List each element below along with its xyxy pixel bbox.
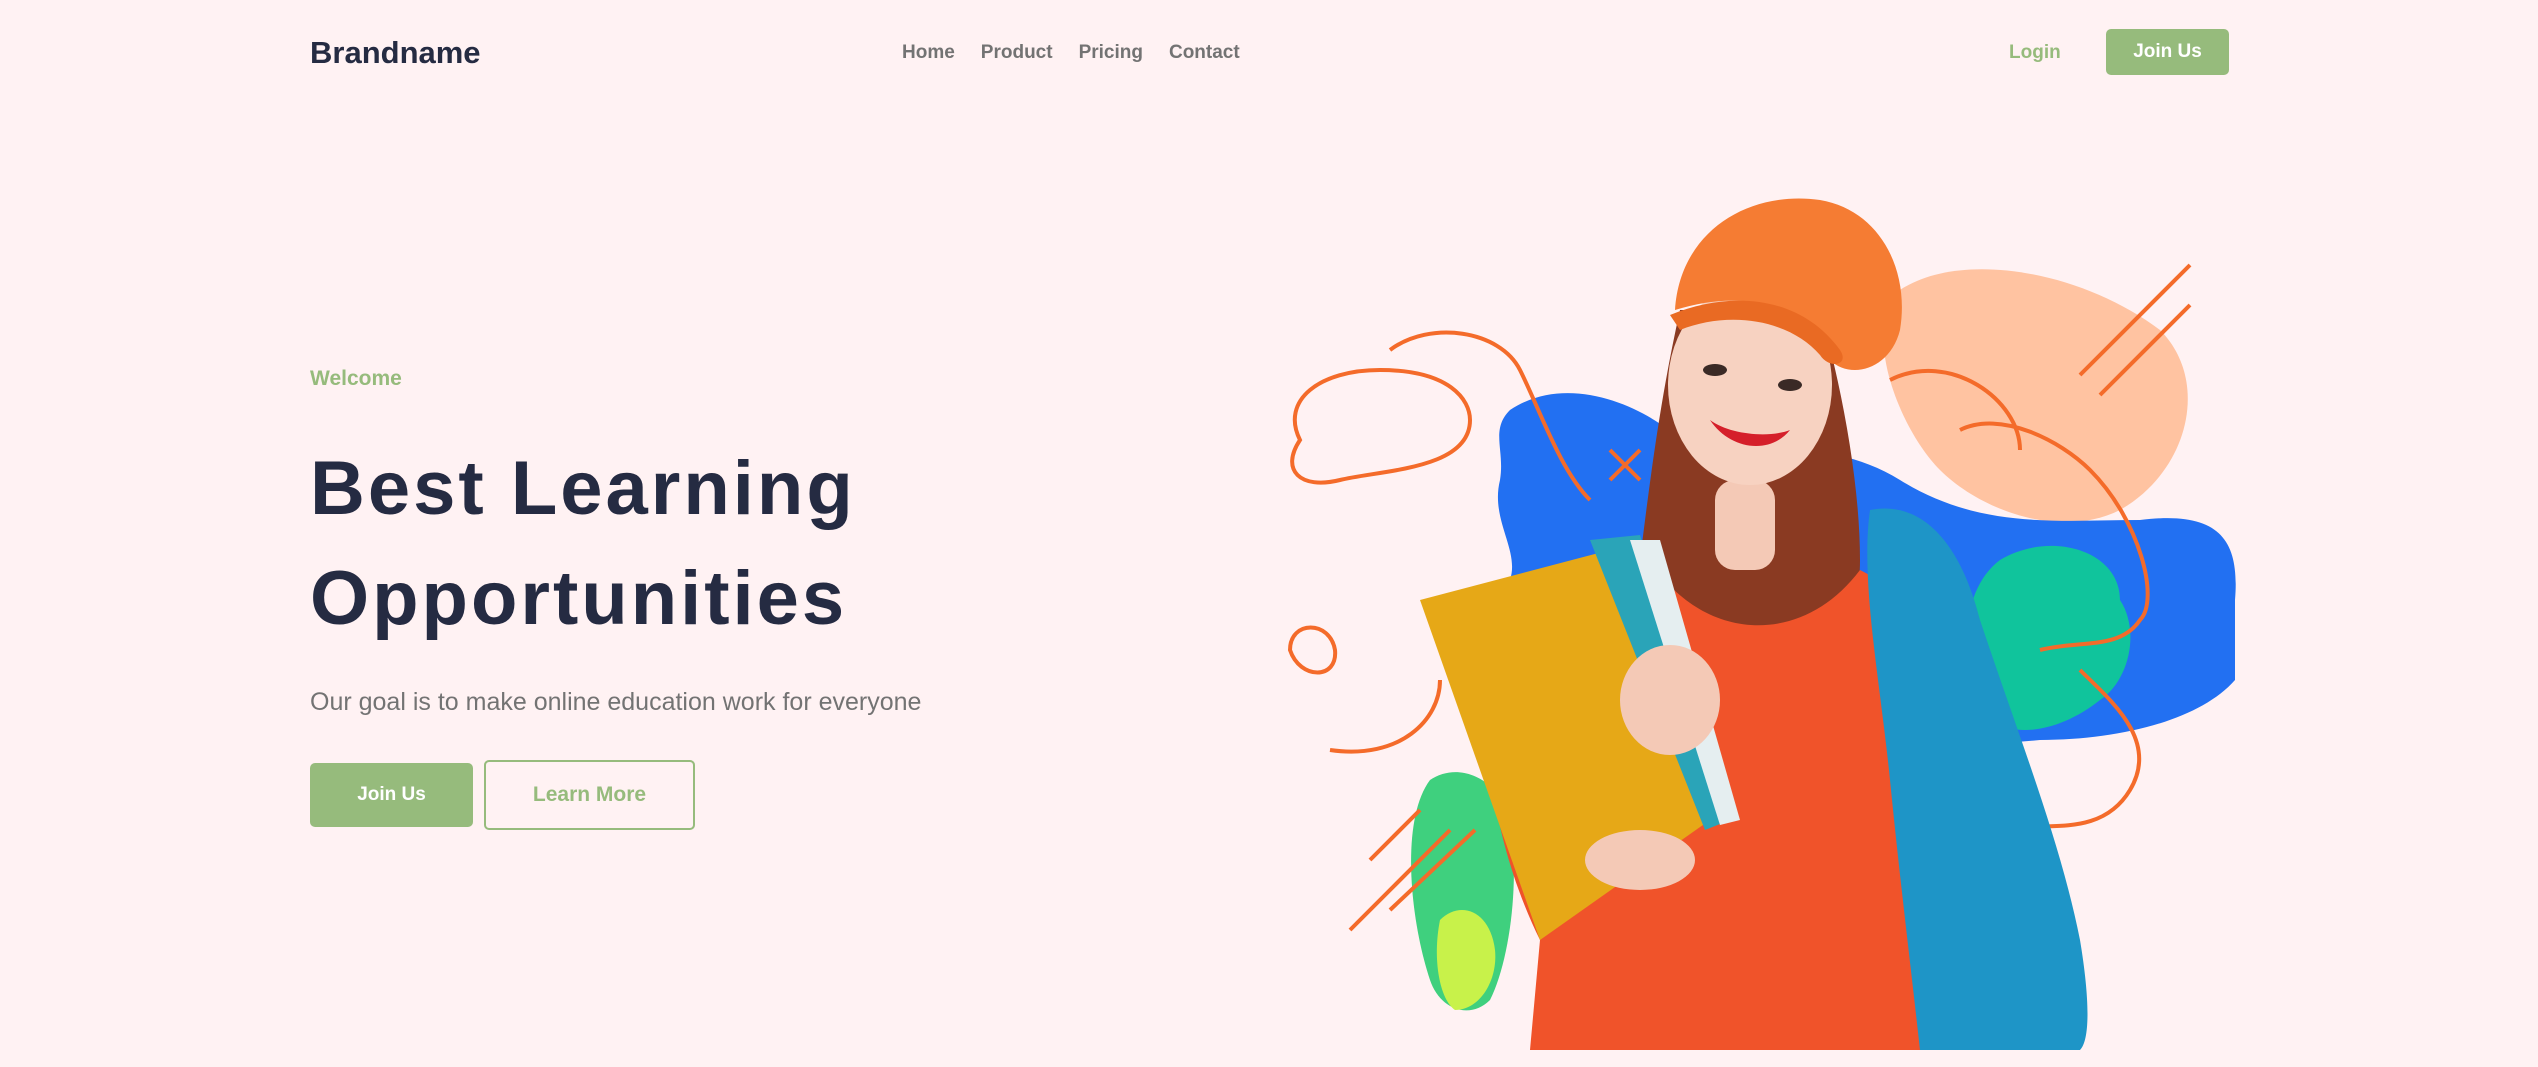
hero-subtitle: Our goal is to make online education wor… (310, 688, 922, 716)
learn-more-button[interactable]: Learn More (484, 760, 695, 830)
login-link[interactable]: Login (2009, 42, 2061, 64)
nav-home[interactable]: Home (902, 42, 955, 64)
nav-pricing[interactable]: Pricing (1079, 42, 1143, 64)
hero-title-line1: Best Learning (310, 446, 856, 531)
hero-join-button[interactable]: Join Us (310, 763, 473, 827)
header-join-button[interactable]: Join Us (2106, 29, 2229, 75)
hero-title: Best Learning Opportunities (310, 434, 1070, 654)
hero-eyebrow: Welcome (310, 367, 402, 390)
nav-contact[interactable]: Contact (1169, 42, 1240, 64)
peach-blob (1883, 269, 2188, 523)
hero-illustration (1287, 198, 2236, 1050)
brand-logo[interactable]: Brandname (310, 35, 481, 71)
hero-title-line2: Opportunities (310, 556, 848, 641)
nav-product[interactable]: Product (981, 42, 1053, 64)
main-nav: Home Product Pricing Contact (902, 42, 1240, 64)
